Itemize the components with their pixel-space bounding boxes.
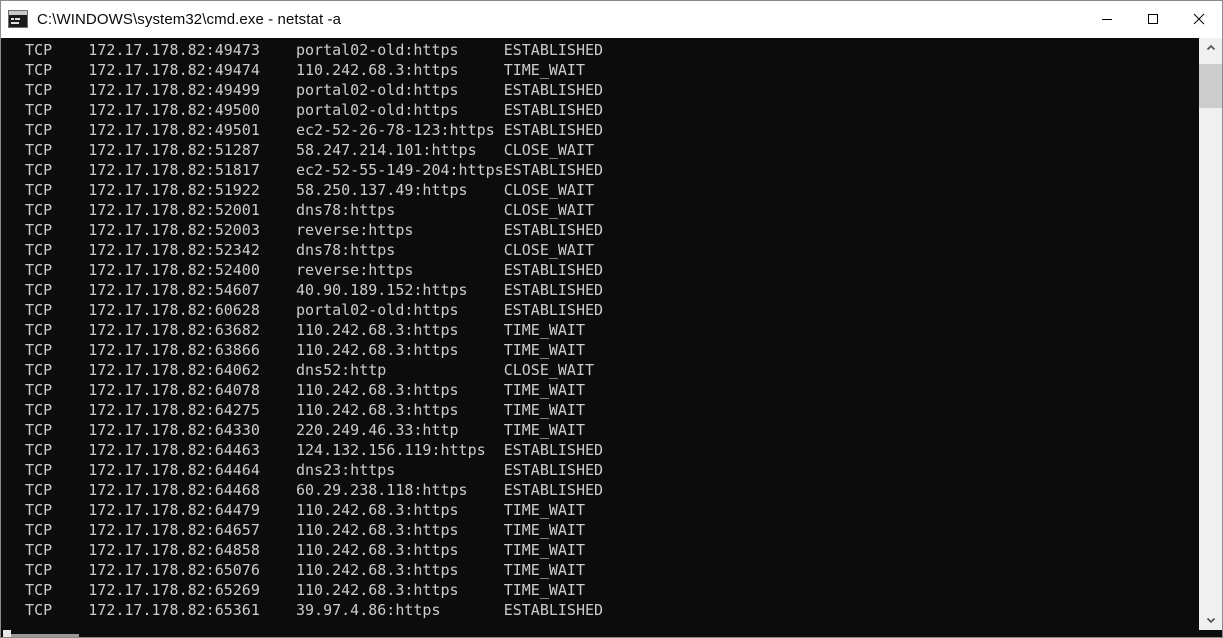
connection-row: TCP 172.17.178.82:64657 110.242.68.3:htt… bbox=[7, 521, 585, 539]
connection-row: TCP 172.17.178.82:65269 110.242.68.3:htt… bbox=[7, 581, 585, 599]
connection-row: TCP 172.17.178.82:64479 110.242.68.3:htt… bbox=[7, 501, 585, 519]
horizontal-scroll-track[interactable] bbox=[11, 634, 79, 637]
vertical-scroll-thumb[interactable] bbox=[1199, 64, 1222, 108]
connection-row: TCP 172.17.178.82:49500 portal02-old:htt… bbox=[7, 101, 604, 119]
connection-row: TCP 172.17.178.82:65076 110.242.68.3:htt… bbox=[7, 561, 585, 579]
connection-row: TCP 172.17.178.82:49474 110.242.68.3:htt… bbox=[7, 61, 585, 79]
close-icon bbox=[1193, 13, 1205, 25]
title-bar[interactable]: C:\WINDOWS\system32\cmd.exe - netstat -a bbox=[1, 1, 1222, 38]
connection-row: TCP 172.17.178.82:63682 110.242.68.3:htt… bbox=[7, 321, 585, 339]
connection-row: TCP 172.17.178.82:64275 110.242.68.3:htt… bbox=[7, 401, 585, 419]
connection-row: TCP 172.17.178.82:64463 124.132.156.119:… bbox=[7, 441, 604, 459]
scroll-down-button[interactable] bbox=[1199, 610, 1222, 630]
chevron-down-icon bbox=[1206, 617, 1215, 624]
connection-row: TCP 172.17.178.82:64858 110.242.68.3:htt… bbox=[7, 541, 585, 559]
connection-row: TCP 172.17.178.82:64062 dns52:http CLOSE… bbox=[7, 361, 594, 379]
vertical-scrollbar[interactable] bbox=[1198, 38, 1222, 630]
connection-row: TCP 172.17.178.82:51922 58.250.137.49:ht… bbox=[7, 181, 594, 199]
horizontal-scrollbar[interactable] bbox=[1, 630, 1222, 637]
console-output[interactable]: TCP 172.17.178.82:49473 portal02-old:htt… bbox=[1, 38, 1198, 630]
connection-row: TCP 172.17.178.82:64468 60.29.238.118:ht… bbox=[7, 481, 604, 499]
minimize-button[interactable] bbox=[1084, 1, 1130, 37]
connection-row: TCP 172.17.178.82:52400 reverse:https ES… bbox=[7, 261, 604, 279]
vertical-scroll-track[interactable] bbox=[1199, 58, 1222, 610]
window-controls bbox=[1084, 1, 1222, 37]
connection-row: TCP 172.17.178.82:49473 portal02-old:htt… bbox=[7, 41, 604, 59]
cmd-console-icon bbox=[8, 10, 28, 28]
connection-row: TCP 172.17.178.82:52003 reverse:https ES… bbox=[7, 221, 604, 239]
connection-row: TCP 172.17.178.82:52342 dns78:https CLOS… bbox=[7, 241, 594, 259]
window-title: C:\WINDOWS\system32\cmd.exe - netstat -a bbox=[37, 10, 342, 28]
scroll-up-button[interactable] bbox=[1199, 38, 1222, 58]
connection-row: TCP 172.17.178.82:63866 110.242.68.3:htt… bbox=[7, 341, 585, 359]
connection-row: TCP 172.17.178.82:49501 ec2-52-26-78-123… bbox=[7, 121, 604, 139]
minimize-icon bbox=[1102, 19, 1112, 20]
connection-row: TCP 172.17.178.82:60628 portal02-old:htt… bbox=[7, 301, 604, 319]
close-button[interactable] bbox=[1176, 1, 1222, 37]
maximize-icon bbox=[1148, 14, 1158, 24]
connection-row: TCP 172.17.178.82:54607 40.90.189.152:ht… bbox=[7, 281, 604, 299]
chevron-up-icon bbox=[1206, 44, 1215, 51]
connection-row: TCP 172.17.178.82:51287 58.247.214.101:h… bbox=[7, 141, 594, 159]
connection-row: TCP 172.17.178.82:64464 dns23:https ESTA… bbox=[7, 461, 604, 479]
connection-row: TCP 172.17.178.82:65361 39.97.4.86:https… bbox=[7, 601, 604, 619]
console-area: TCP 172.17.178.82:49473 portal02-old:htt… bbox=[1, 38, 1222, 630]
connection-row: TCP 172.17.178.82:52001 dns78:https CLOS… bbox=[7, 201, 594, 219]
connection-row: TCP 172.17.178.82:64330 220.249.46.33:ht… bbox=[7, 421, 585, 439]
connection-row: TCP 172.17.178.82:51817 ec2-52-55-149-20… bbox=[7, 161, 604, 179]
cmd-window: C:\WINDOWS\system32\cmd.exe - netstat -a bbox=[0, 0, 1223, 638]
title-bar-left: C:\WINDOWS\system32\cmd.exe - netstat -a bbox=[1, 10, 1084, 28]
horizontal-scroll-thumb[interactable] bbox=[3, 630, 11, 637]
connection-row: TCP 172.17.178.82:49499 portal02-old:htt… bbox=[7, 81, 604, 99]
connection-row: TCP 172.17.178.82:64078 110.242.68.3:htt… bbox=[7, 381, 585, 399]
maximize-button[interactable] bbox=[1130, 1, 1176, 37]
